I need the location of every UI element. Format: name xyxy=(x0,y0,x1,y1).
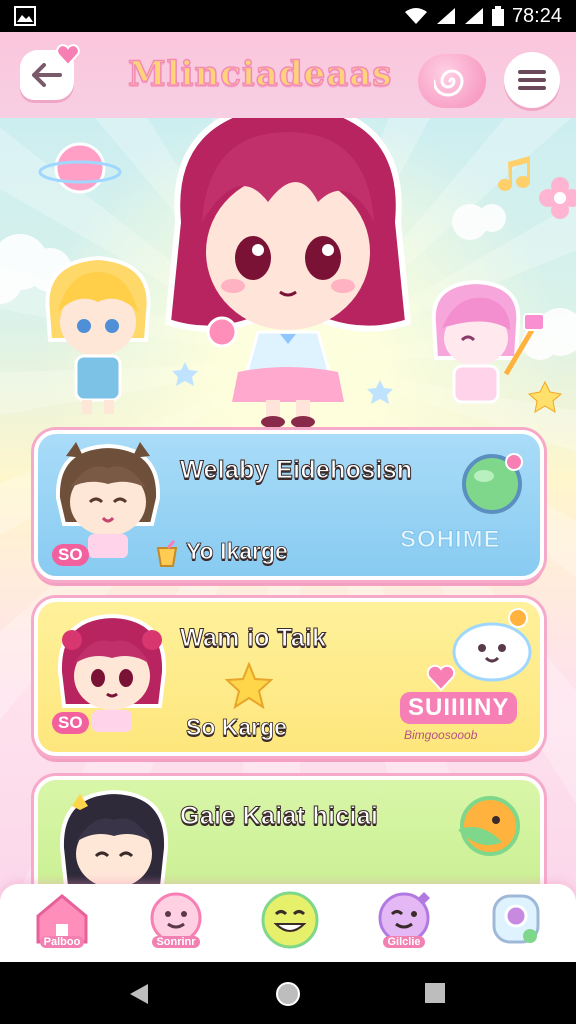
back-arrow-icon xyxy=(32,63,62,87)
heart-decoration-icon xyxy=(56,44,80,66)
menu-button[interactable] xyxy=(504,52,560,108)
camera-pet-icon xyxy=(486,890,546,948)
status-bar: 78:24 xyxy=(0,0,576,32)
signal-icon-2 xyxy=(464,7,484,25)
pink-character xyxy=(431,279,545,404)
card-title: Welaby Eidehosisn xyxy=(179,456,413,485)
nav-item-chat[interactable] xyxy=(252,890,328,960)
nav-label: Sonrinr xyxy=(152,936,200,948)
swirl-button[interactable] xyxy=(418,54,486,108)
nav-item-stickers[interactable]: Gilclie xyxy=(366,890,442,960)
card-title: Gaie Kaiat hiciai xyxy=(179,802,379,831)
gallery-notification-icon xyxy=(14,6,36,26)
blonde-character xyxy=(45,255,151,414)
laughing-face-icon xyxy=(258,890,322,950)
nav-label: Palboo xyxy=(39,936,85,948)
system-navigation-bar xyxy=(0,962,576,1024)
recents-square-icon[interactable] xyxy=(424,982,446,1004)
avatar xyxy=(48,438,168,558)
wifi-icon xyxy=(404,7,428,25)
hamburger-menu-icon xyxy=(518,69,546,91)
chat-card-1[interactable]: SO Welaby Eidehosisn Yo Ikarge SOHIME xyxy=(34,430,544,580)
card-tag: SO xyxy=(52,712,89,734)
signal-icon xyxy=(436,7,456,25)
card-caption: Bimgoosooob xyxy=(404,728,478,742)
page-title: Mlinciadeaas xyxy=(127,53,393,95)
drink-icon xyxy=(154,540,180,568)
main-character xyxy=(164,98,412,428)
battery-icon xyxy=(491,6,504,26)
card-badge: SUIIIINY xyxy=(400,692,518,724)
app-header: Mlinciadeaas xyxy=(0,32,576,118)
nav-label: Gilclie xyxy=(383,936,425,948)
bottom-navigation: Palboo Sonrinr Gilclie xyxy=(0,884,576,962)
nav-item-friends[interactable]: Sonrinr xyxy=(138,890,214,960)
chat-card-2[interactable]: SO Wam io Taik So Karge SUIIIINY Bimgoos… xyxy=(34,598,544,756)
card-title: Wam io Taik xyxy=(179,624,327,653)
nav-item-camera[interactable] xyxy=(478,890,554,960)
chat-bubble-icon[interactable] xyxy=(448,608,538,688)
swirl-icon xyxy=(434,63,470,99)
card-tag: SO xyxy=(52,544,89,566)
nav-item-home[interactable]: Palboo xyxy=(24,890,100,960)
home-circle-icon[interactable] xyxy=(274,980,302,1008)
card-badge: SOHIME xyxy=(400,526,501,554)
card-subtitle: Yo Ikarge xyxy=(186,538,289,565)
clock-time: 78:24 xyxy=(511,4,562,27)
heart-sticker-icon xyxy=(426,664,456,692)
planet-icon[interactable] xyxy=(458,450,528,516)
card-subtitle: So Karge xyxy=(186,714,288,741)
fruit-icon[interactable] xyxy=(450,790,526,860)
back-triangle-icon[interactable] xyxy=(128,982,150,1006)
star-icon xyxy=(224,662,274,710)
